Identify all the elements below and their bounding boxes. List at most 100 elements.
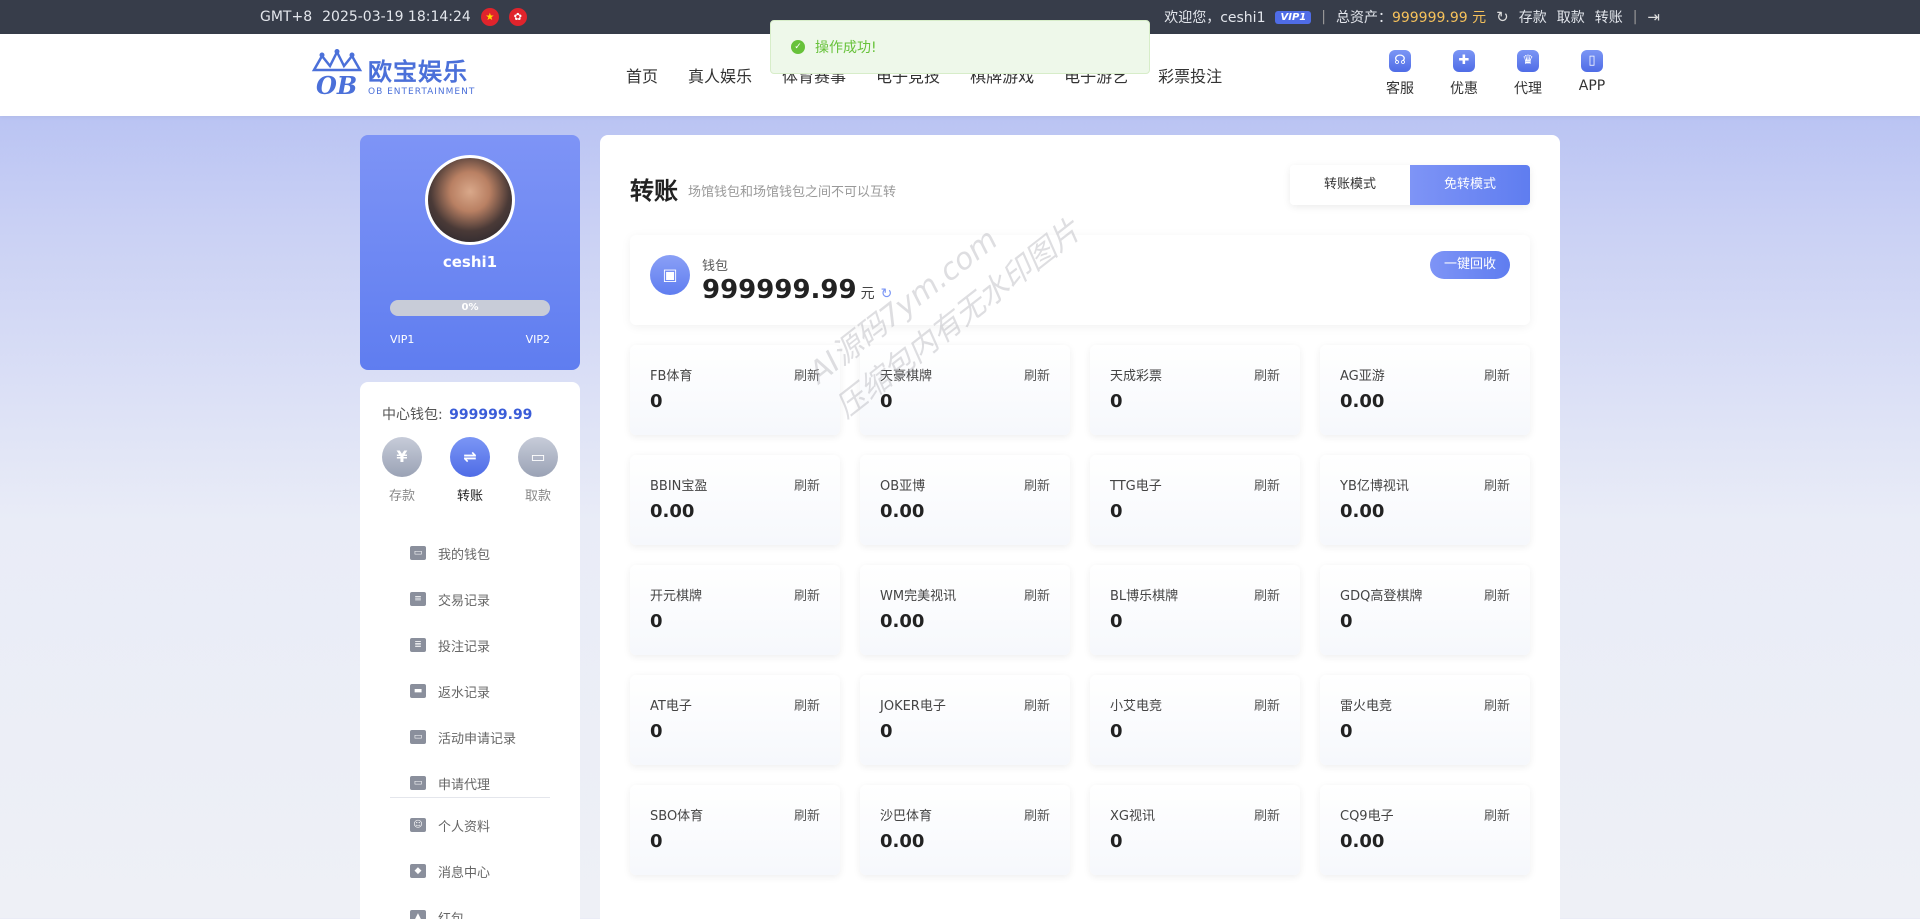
sidebar-item-apply-agent[interactable]: ▭ 申请代理 — [410, 760, 516, 806]
promotions-button[interactable]: ✚ 优惠 — [1444, 50, 1484, 98]
quick-actions: ¥ 存款 ⇌ 转账 ▭ 取款 — [380, 437, 560, 504]
venue-refresh-button[interactable]: 刷新 — [1254, 475, 1280, 494]
hongkong-flag-icon[interactable]: ✿ — [508, 8, 527, 26]
total-assets: 总资产：999999.99 元 — [1336, 7, 1486, 27]
page-title: 转账 — [630, 177, 678, 205]
avatar[interactable] — [425, 155, 515, 245]
sidebar-item-profile[interactable]: ☺ 个人资料 — [410, 802, 490, 848]
sidebar-item-label: 投注记录 — [438, 639, 491, 655]
sidebar-item-my-wallet[interactable]: ▭ 我的钱包 — [410, 530, 516, 576]
sidebar-item-bet-records[interactable]: ≣ 投注记录 — [410, 622, 516, 668]
sidebar-item-messages[interactable]: ◆ 消息中心 — [410, 848, 490, 894]
mode-switch: 转账模式 免转模式 — [1290, 165, 1530, 205]
quick-transfer-button[interactable]: ⇌ 转账 — [448, 437, 492, 504]
sidebar-item-activity-records[interactable]: ▭ 活动申请记录 — [410, 714, 516, 760]
phone-icon: ▯ — [1581, 50, 1603, 72]
top-bar-left: GMT+8 2025-03-19 18:14:24 ★ ✿ — [260, 0, 527, 34]
venue-name: JOKER电子 — [880, 699, 946, 714]
venue-refresh-button[interactable]: 刷新 — [1024, 585, 1050, 604]
sidebar-item-label: 返水记录 — [438, 685, 491, 701]
sidebar-item-transactions[interactable]: ≡ 交易记录 — [410, 576, 516, 622]
laptop-icon: ▭ — [410, 730, 426, 744]
withdraw-link[interactable]: 取款 — [1557, 7, 1585, 27]
venue-card: FB体育 刷新 0 — [630, 345, 840, 435]
venue-balance: 0 — [1340, 611, 1353, 632]
laptop-icon: ▭ — [410, 776, 426, 790]
app-button[interactable]: ▯ APP — [1572, 50, 1612, 98]
vip-next-level: VIP2 — [525, 333, 550, 346]
venue-refresh-button[interactable]: 刷新 — [1254, 805, 1280, 824]
sidebar-item-red-packet[interactable]: ▲ 红包 — [410, 894, 490, 919]
deposit-link[interactable]: 存款 — [1519, 7, 1547, 27]
venue-refresh-button[interactable]: 刷新 — [1024, 475, 1050, 494]
venue-balance: 0 — [1110, 611, 1123, 632]
wallet-icon: ▣ — [650, 255, 690, 295]
timezone: GMT+8 — [260, 9, 313, 25]
diamond-icon: ◆ — [410, 864, 426, 878]
nav-live-casino[interactable]: 真人娱乐 — [673, 63, 767, 87]
sidebar-item-label: 申请代理 — [438, 777, 491, 793]
venue-card: CQ9电子 刷新 0.00 — [1320, 785, 1530, 875]
agent-button[interactable]: ♛ 代理 — [1508, 50, 1548, 98]
wallet-label: 钱包 — [702, 259, 729, 274]
venue-name: YB亿博视讯 — [1340, 479, 1409, 494]
nav-home[interactable]: 首页 — [626, 63, 673, 87]
venue-card: BL博乐棋牌 刷新 0 — [1090, 565, 1300, 655]
logout-icon[interactable]: ⇥ — [1647, 8, 1660, 26]
venue-balance: 0.00 — [1340, 501, 1385, 522]
wallet-icon: ▭ — [410, 546, 426, 560]
venue-refresh-button[interactable]: 刷新 — [1484, 365, 1510, 384]
venue-refresh-button[interactable]: 刷新 — [1254, 365, 1280, 384]
menu-divider — [390, 797, 550, 798]
logo[interactable]: OB 欧宝娱乐 OB ENTERTAINMENT — [308, 48, 475, 100]
sidebar-item-rebate-records[interactable]: ▬ 返水记录 — [410, 668, 516, 714]
refresh-icon[interactable]: ↻ — [1496, 8, 1509, 26]
vip-badge: VIP1 — [1275, 10, 1312, 24]
sidebar-item-label: 我的钱包 — [438, 547, 491, 563]
free-transfer-mode-button[interactable]: 免转模式 — [1410, 165, 1530, 205]
recall-all-button[interactable]: 一键回收 — [1429, 251, 1510, 279]
document-icon: ≣ — [410, 638, 426, 652]
wallet-amount: 999999.99 — [702, 275, 857, 305]
customer-service-button[interactable]: ☊ 客服 — [1380, 50, 1420, 98]
venue-refresh-button[interactable]: 刷新 — [1484, 805, 1510, 824]
venue-balance: 0 — [1110, 391, 1123, 412]
venue-refresh-button[interactable]: 刷新 — [1484, 695, 1510, 714]
transfer-arrows-icon: ⇌ — [450, 437, 490, 477]
venue-refresh-button[interactable]: 刷新 — [794, 805, 820, 824]
china-flag-icon[interactable]: ★ — [480, 8, 499, 26]
transfer-link[interactable]: 转账 — [1595, 7, 1623, 27]
username: ceshi1 — [442, 253, 498, 271]
venue-name: BBIN宝盈 — [650, 479, 708, 494]
quick-deposit-button[interactable]: ¥ 存款 — [380, 437, 424, 504]
venue-refresh-button[interactable]: 刷新 — [794, 475, 820, 494]
venue-refresh-button[interactable]: 刷新 — [1254, 695, 1280, 714]
refresh-icon[interactable]: ↻ — [881, 286, 893, 302]
venue-grid: FB体育 刷新 0 天豪棋牌 刷新 0 天成彩票 刷新 0 AG亚游 刷新 0.00 BBIN宝盈 刷新 0… — [630, 345, 1530, 875]
center-wallet-label: 中心钱包: — [382, 407, 443, 423]
venue-balance: 0 — [650, 721, 663, 742]
sidebar-item-label: 个人资料 — [438, 819, 491, 835]
venue-card: XG视讯 刷新 0 — [1090, 785, 1300, 875]
venue-refresh-button[interactable]: 刷新 — [1484, 585, 1510, 604]
venue-refresh-button[interactable]: 刷新 — [1484, 475, 1510, 494]
venue-balance: 0.00 — [1340, 831, 1385, 852]
venue-refresh-button[interactable]: 刷新 — [794, 585, 820, 604]
quick-withdraw-button[interactable]: ▭ 取款 — [516, 437, 560, 504]
venue-card: 开元棋牌 刷新 0 — [630, 565, 840, 655]
venue-balance: 0 — [1340, 721, 1353, 742]
venue-refresh-button[interactable]: 刷新 — [1024, 805, 1050, 824]
venue-refresh-button[interactable]: 刷新 — [1024, 365, 1050, 384]
transfer-mode-button[interactable]: 转账模式 — [1290, 165, 1410, 205]
transfer-panel: 转账 场馆钱包和场馆钱包之间不可以互转 转账模式 免转模式 ▣ 钱包 99999… — [600, 135, 1560, 919]
venue-refresh-button[interactable]: 刷新 — [1024, 695, 1050, 714]
venue-refresh-button[interactable]: 刷新 — [794, 695, 820, 714]
venue-refresh-button[interactable]: 刷新 — [794, 365, 820, 384]
gift-icon: ✚ — [1453, 50, 1475, 72]
logo-name: 欧宝娱乐 — [368, 57, 468, 86]
venue-name: GDQ高登棋牌 — [1340, 589, 1423, 604]
headset-icon: ☊ — [1389, 50, 1411, 72]
menu-list-secondary: ☺ 个人资料 ◆ 消息中心 ▲ 红包 — [410, 802, 490, 919]
venue-refresh-button[interactable]: 刷新 — [1254, 585, 1280, 604]
nav-lottery[interactable]: 彩票投注 — [1143, 63, 1237, 87]
